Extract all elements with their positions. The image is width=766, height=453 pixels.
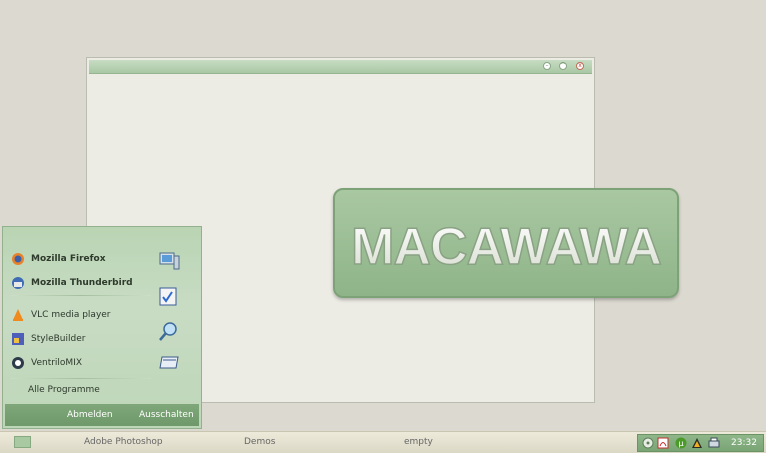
start-menu-item-label: Mozilla Firefox xyxy=(31,254,106,264)
thunderbird-icon xyxy=(11,276,25,290)
svg-text:µ: µ xyxy=(678,439,683,448)
start-menu-item-ventrilomix[interactable]: VentriloMIX xyxy=(11,354,141,372)
separator xyxy=(11,295,151,296)
all-programs-link[interactable]: Alle Programme xyxy=(28,385,100,395)
clock[interactable]: 23:32 xyxy=(731,438,757,448)
start-menu-item-label: StyleBuilder xyxy=(31,334,86,344)
start-button[interactable] xyxy=(14,436,31,448)
macawawa-logo: MACAWAWA xyxy=(333,188,679,298)
network-computer-icon[interactable] xyxy=(156,249,182,273)
pdf-icon[interactable] xyxy=(657,437,669,449)
start-menu-footer: Abmelden Ausschalten xyxy=(5,404,199,426)
start-menu-item-stylebuilder[interactable]: StyleBuilder xyxy=(11,330,141,348)
logoff-button[interactable]: Abmelden xyxy=(67,410,113,420)
taskbar: Adobe Photoshop Demos empty µ 23:32 xyxy=(0,431,766,453)
start-menu: Mozilla Firefox Mozilla Thunderbird VLC … xyxy=(2,226,202,429)
printer-icon[interactable] xyxy=(708,437,720,449)
start-menu-item-label: VentriloMIX xyxy=(31,358,83,368)
window-titlebar[interactable]: – ^ x xyxy=(89,60,592,74)
close-button[interactable]: x xyxy=(576,62,584,70)
start-menu-item-label: Mozilla Thunderbird xyxy=(31,278,133,288)
firefox-icon xyxy=(11,252,25,266)
ventrilo-icon xyxy=(11,356,25,370)
taskbar-button-empty[interactable]: empty xyxy=(404,437,433,447)
taskbar-button-photoshop[interactable]: Adobe Photoshop xyxy=(84,437,163,447)
search-magnifier-icon[interactable] xyxy=(156,320,182,344)
start-menu-item-thunderbird[interactable]: Mozilla Thunderbird xyxy=(11,274,141,292)
run-window-icon[interactable] xyxy=(156,350,182,374)
minimize-button[interactable]: – xyxy=(543,62,551,70)
winamp-icon[interactable] xyxy=(691,437,703,449)
taskbar-button-demos[interactable]: Demos xyxy=(244,437,275,447)
checklist-icon[interactable] xyxy=(156,285,182,309)
start-menu-item-vlc[interactable]: VLC media player xyxy=(11,306,141,324)
start-menu-item-label: VLC media player xyxy=(31,310,111,320)
logo-text: MACAWAWA xyxy=(351,218,661,276)
shutdown-button[interactable]: Ausschalten xyxy=(139,410,194,420)
stylebuilder-icon xyxy=(11,332,25,346)
system-tray: µ 23:32 xyxy=(637,434,764,452)
media-icon[interactable] xyxy=(642,437,654,449)
vlc-icon xyxy=(11,308,25,322)
maximize-button[interactable]: ^ xyxy=(559,62,567,70)
logo-graphic: MACAWAWA xyxy=(350,217,663,277)
separator xyxy=(11,378,151,379)
start-menu-item-firefox[interactable]: Mozilla Firefox xyxy=(11,250,141,268)
utorrent-icon[interactable]: µ xyxy=(675,437,687,449)
